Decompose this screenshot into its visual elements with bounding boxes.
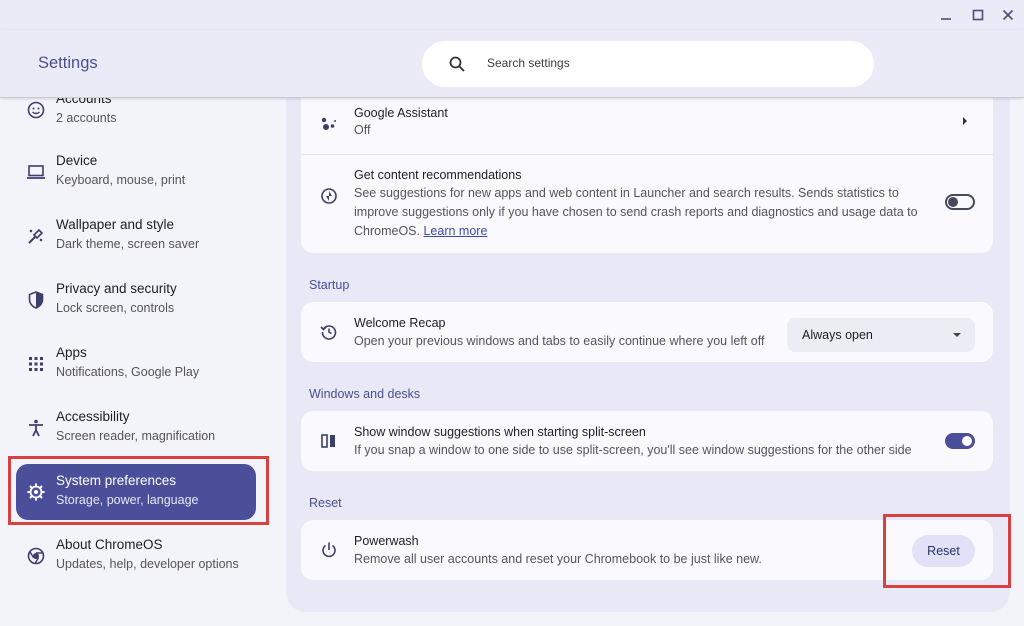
settings-header: Settings Search settings: [0, 30, 1024, 98]
recommendations-icon: [321, 188, 337, 204]
account-icon: [27, 101, 45, 119]
split-screen-icon: [321, 434, 335, 448]
sidebar-item-sub: Lock screen, controls: [56, 301, 175, 315]
section-title-reset: Reset: [309, 496, 342, 510]
chevron-right-icon: [963, 117, 967, 125]
dropdown-value: Always open: [802, 328, 873, 342]
sidebar-item-label: Accessibility: [56, 409, 130, 424]
google-assistant-row[interactable]: Google Assistant Off: [301, 98, 993, 154]
row-title: Get content recommendations: [354, 168, 522, 182]
row-sub-line-2: improve suggestions only if you have cho…: [354, 205, 918, 219]
sidebar-item-sub: 2 accounts: [56, 111, 117, 125]
row-sub: Off: [354, 123, 371, 137]
toggle-knob: [962, 436, 972, 446]
search-input[interactable]: Search settings: [487, 56, 570, 70]
minimize-button[interactable]: [936, 5, 956, 25]
startup-card: Welcome Recap Open your previous windows…: [301, 302, 993, 362]
sidebar-item-label: About ChromeOS: [56, 537, 163, 552]
sidebar-item-label: Apps: [56, 345, 87, 360]
sidebar-item-sub: Notifications, Google Play: [56, 365, 200, 379]
sidebar-item-sub: Keyboard, mouse, print: [56, 173, 186, 187]
laptop-icon: [27, 165, 45, 179]
highlight-box-reset-button: [883, 514, 1011, 588]
row-sub: If you snap a window to one side to use …: [354, 443, 912, 457]
sidebar-item-sub: Updates, help, developer options: [56, 557, 239, 571]
row-sub-line-1: See suggestions for new apps and web con…: [354, 186, 899, 200]
history-icon: [320, 325, 337, 340]
sidebar-item-device[interactable]: Device Keyboard, mouse, print: [16, 144, 256, 200]
accessibility-icon: [29, 419, 43, 437]
title-bar: [0, 0, 1024, 30]
maximize-button[interactable]: [968, 5, 988, 25]
shield-icon: [28, 291, 44, 309]
sidebar-item-accounts[interactable]: Accounts 2 accounts: [16, 98, 256, 138]
toggle-knob: [948, 197, 958, 207]
close-button[interactable]: [998, 5, 1018, 25]
assistant-icon: [321, 117, 336, 130]
app-title: Settings: [38, 54, 98, 72]
power-icon: [322, 542, 336, 558]
welcome-recap-dropdown[interactable]: Always open: [787, 318, 975, 352]
row-title: Welcome Recap: [354, 316, 446, 330]
divider: [301, 154, 993, 155]
learn-more-link[interactable]: Learn more: [423, 224, 487, 238]
sidebar-item-sub: Screen reader, magnification: [56, 429, 216, 443]
row-sub-line-3: ChromeOS. Learn more: [354, 222, 487, 241]
sidebar-item-about-chromeos[interactable]: About ChromeOS Updates, help, developer …: [16, 528, 256, 584]
row-sub: Remove all user accounts and reset your …: [354, 552, 762, 566]
highlight-box-system-preferences: [8, 456, 269, 525]
sidebar-item-accessibility[interactable]: Accessibility Screen reader, magnificati…: [16, 400, 256, 456]
maximize-icon: [972, 9, 984, 21]
sidebar-item-label: Wallpaper and style: [56, 217, 175, 232]
windows-card: Show window suggestions when starting sp…: [301, 411, 993, 471]
window-suggestions-toggle[interactable]: [945, 433, 975, 449]
row-title: Powerwash: [354, 534, 419, 548]
section-title-startup: Startup: [309, 278, 350, 292]
section-title-windows-and-desks: Windows and desks: [309, 387, 421, 401]
chevron-down-icon: [953, 333, 961, 337]
minimize-icon: [941, 18, 951, 20]
row-sub: Open your previous windows and tabs to e…: [354, 334, 765, 348]
search-icon: [449, 56, 465, 72]
search-box[interactable]: Search settings: [422, 41, 874, 87]
sidebar-item-apps[interactable]: Apps Notifications, Google Play: [16, 336, 256, 392]
row-title: Show window suggestions when starting sp…: [354, 425, 646, 439]
sidebar-item-label: Device: [56, 153, 98, 168]
privacy-card: Google Assistant Off Get content recomme…: [301, 98, 993, 253]
chrome-icon: [27, 547, 45, 565]
close-icon: [1002, 9, 1014, 21]
apps-grid-icon: [29, 357, 43, 371]
sidebar-item-sub: Dark theme, screen saver: [56, 237, 200, 251]
paintbrush-icon: [28, 228, 44, 244]
sidebar-item-label: Privacy and security: [56, 281, 177, 296]
recommendations-toggle[interactable]: [945, 194, 975, 210]
sidebar-item-privacy[interactable]: Privacy and security Lock screen, contro…: [16, 272, 256, 328]
row-title: Google Assistant: [354, 106, 448, 120]
sidebar-item-label: Accounts: [56, 98, 112, 106]
sidebar: Accounts 2 accounts Device Keyboard, mou…: [0, 98, 285, 626]
sidebar-item-wallpaper[interactable]: Wallpaper and style Dark theme, screen s…: [16, 208, 256, 264]
row-sub-text: ChromeOS.: [354, 224, 420, 238]
